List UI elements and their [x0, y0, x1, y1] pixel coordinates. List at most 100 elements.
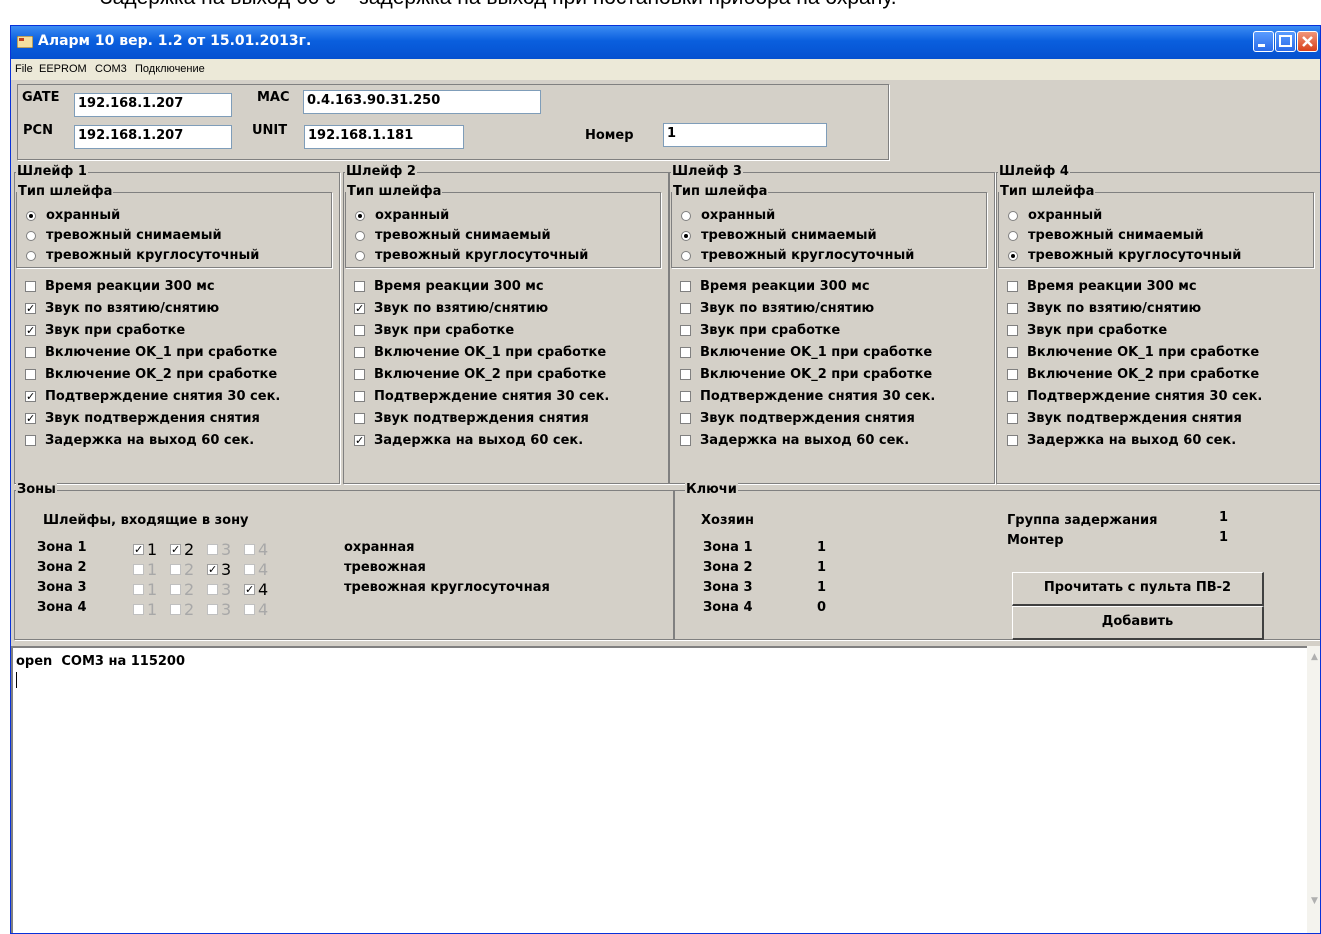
checkbox-unchecked-icon[interactable]: [354, 281, 365, 292]
radio-unselected-icon[interactable]: [681, 251, 691, 261]
maximize-button[interactable]: [1275, 31, 1296, 52]
log-scrollbar[interactable]: ▲ ▼: [1307, 646, 1320, 933]
loop-option-label: Задержка на выход 60 сек.: [374, 433, 584, 448]
checkbox-unchecked-icon[interactable]: [1007, 413, 1018, 424]
radio-selected-icon[interactable]: [26, 211, 36, 221]
loop-option-label: Подтверждение снятия 30 сек.: [1027, 389, 1263, 404]
loop-option-label: Звук по взятию/снятию: [374, 301, 549, 316]
checkbox-unchecked-icon[interactable]: [354, 347, 365, 358]
checkbox-unchecked-icon[interactable]: [354, 325, 365, 336]
scroll-up-icon[interactable]: ▲: [1309, 652, 1320, 663]
app-window: Аларм 10 вер. 1.2 от 15.01.2013г. File E…: [10, 25, 1321, 934]
checkbox-unchecked-icon[interactable]: [170, 584, 181, 595]
loop-type-title: Тип шлейфа: [17, 184, 114, 199]
menu-com3[interactable]: COM3: [95, 63, 127, 75]
app-icon: [17, 36, 33, 48]
maximize-icon: [1279, 35, 1292, 47]
checkbox-checked-icon[interactable]: ✓: [354, 435, 365, 446]
zone-loop-number: 3: [221, 600, 232, 619]
checkbox-checked-icon[interactable]: ✓: [133, 544, 144, 555]
gate-input[interactable]: 192.168.1.207: [74, 93, 232, 117]
add-button[interactable]: Добавить: [1012, 606, 1264, 640]
checkbox-unchecked-icon[interactable]: [1007, 303, 1018, 314]
radio-unselected-icon[interactable]: [26, 251, 36, 261]
checkbox-unchecked-icon[interactable]: [244, 564, 255, 575]
delay-group-value: 1: [1219, 510, 1229, 525]
checkbox-unchecked-icon[interactable]: [1007, 391, 1018, 402]
checkbox-unchecked-icon[interactable]: [680, 435, 691, 446]
checkbox-unchecked-icon[interactable]: [680, 347, 691, 358]
checkbox-unchecked-icon[interactable]: [1007, 369, 1018, 380]
checkbox-unchecked-icon[interactable]: [244, 544, 255, 555]
checkbox-unchecked-icon[interactable]: [207, 544, 218, 555]
checkbox-unchecked-icon[interactable]: [133, 604, 144, 615]
scroll-down-icon[interactable]: ▼: [1309, 896, 1320, 907]
checkbox-unchecked-icon[interactable]: [133, 584, 144, 595]
mac-input[interactable]: 0.4.163.90.31.250: [303, 90, 541, 114]
checkbox-unchecked-icon[interactable]: [170, 604, 181, 615]
zone-loop-number: 1: [147, 540, 158, 559]
minimize-button[interactable]: [1253, 31, 1274, 52]
checkbox-unchecked-icon[interactable]: [25, 281, 36, 292]
radio-unselected-icon[interactable]: [1008, 231, 1018, 241]
checkbox-unchecked-icon[interactable]: [1007, 325, 1018, 336]
title-bar[interactable]: Аларм 10 вер. 1.2 от 15.01.2013г.: [11, 26, 1320, 59]
close-button[interactable]: [1297, 31, 1318, 52]
loop-option-label: Включение OK_2 при сработке: [374, 367, 607, 382]
radio-selected-icon[interactable]: [355, 211, 365, 221]
zone-type: тревожная: [344, 560, 426, 575]
checkbox-unchecked-icon[interactable]: [1007, 281, 1018, 292]
key-zone-value: 1: [817, 580, 827, 595]
radio-selected-icon[interactable]: [1008, 251, 1018, 261]
checkbox-unchecked-icon[interactable]: [207, 604, 218, 615]
checkbox-unchecked-icon[interactable]: [680, 281, 691, 292]
checkbox-unchecked-icon[interactable]: [680, 391, 691, 402]
zones-title: Зоны: [16, 482, 57, 497]
radio-unselected-icon[interactable]: [26, 231, 36, 241]
pcn-input[interactable]: 192.168.1.207: [74, 125, 232, 149]
checkbox-unchecked-icon[interactable]: [680, 303, 691, 314]
zone-loop-number: 4: [258, 600, 269, 619]
checkbox-checked-icon[interactable]: ✓: [25, 303, 36, 314]
read-from-panel-button[interactable]: Прочитать с пульта ПВ-2: [1012, 572, 1264, 606]
menu-connection[interactable]: Подключение: [135, 63, 205, 75]
keys-title: Ключи: [685, 482, 738, 497]
checkbox-unchecked-icon[interactable]: [1007, 347, 1018, 358]
loop-title: Шлейф 2: [345, 164, 417, 179]
checkbox-unchecked-icon[interactable]: [244, 604, 255, 615]
checkbox-checked-icon[interactable]: ✓: [354, 303, 365, 314]
checkbox-unchecked-icon[interactable]: [1007, 435, 1018, 446]
checkbox-checked-icon[interactable]: ✓: [244, 584, 255, 595]
loop-option-label: Включение OK_1 при сработке: [45, 345, 278, 360]
checkbox-unchecked-icon[interactable]: [680, 325, 691, 336]
radio-unselected-icon[interactable]: [1008, 211, 1018, 221]
loop-option-label: Подтверждение снятия 30 сек.: [45, 389, 281, 404]
checkbox-unchecked-icon[interactable]: [680, 369, 691, 380]
zone-name: Зона 1: [37, 540, 87, 555]
checkbox-unchecked-icon[interactable]: [354, 391, 365, 402]
checkbox-checked-icon[interactable]: ✓: [207, 564, 218, 575]
unit-input[interactable]: 192.168.1.181: [304, 125, 464, 149]
radio-unselected-icon[interactable]: [355, 251, 365, 261]
menu-file[interactable]: File: [15, 63, 33, 75]
checkbox-unchecked-icon[interactable]: [354, 413, 365, 424]
menu-eeprom[interactable]: EEPROM: [39, 63, 87, 75]
checkbox-checked-icon[interactable]: ✓: [25, 325, 36, 336]
nomer-input[interactable]: 1: [663, 123, 827, 147]
checkbox-unchecked-icon[interactable]: [25, 347, 36, 358]
checkbox-unchecked-icon[interactable]: [170, 564, 181, 575]
radio-unselected-icon[interactable]: [681, 211, 691, 221]
checkbox-unchecked-icon[interactable]: [25, 369, 36, 380]
checkbox-unchecked-icon[interactable]: [354, 369, 365, 380]
checkbox-unchecked-icon[interactable]: [25, 435, 36, 446]
checkbox-checked-icon[interactable]: ✓: [25, 391, 36, 402]
radio-unselected-icon[interactable]: [355, 231, 365, 241]
checkbox-unchecked-icon[interactable]: [207, 584, 218, 595]
loop-type-label: тревожный снимаемый: [46, 228, 222, 243]
checkbox-unchecked-icon[interactable]: [680, 413, 691, 424]
checkbox-unchecked-icon[interactable]: [133, 564, 144, 575]
log-textarea[interactable]: open COM3 на 115200: [11, 646, 1307, 933]
checkbox-checked-icon[interactable]: ✓: [25, 413, 36, 424]
radio-selected-icon[interactable]: [681, 231, 691, 241]
checkbox-checked-icon[interactable]: ✓: [170, 544, 181, 555]
